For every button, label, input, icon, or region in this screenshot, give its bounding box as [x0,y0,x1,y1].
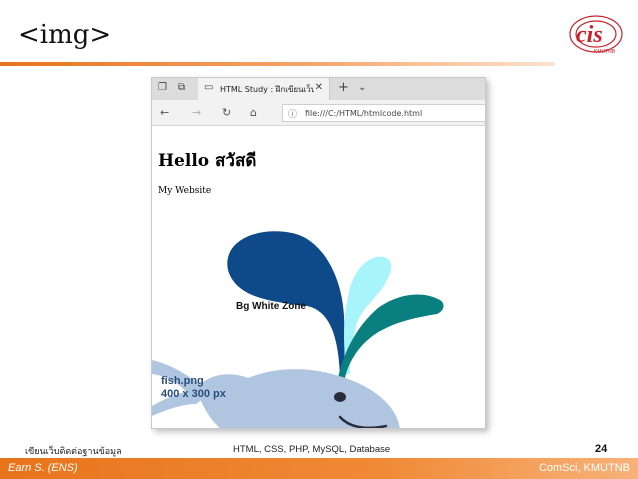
image-zone-label: Bg White Zone [236,301,306,312]
refresh-icon[interactable]: ↻ [222,106,231,119]
url-text: file:///C:/HTML/htmlcode.html [305,109,423,118]
logo-subtext: KMUTNB [594,49,616,55]
info-icon[interactable]: ⓘ [288,107,297,120]
page-paragraph: My Website [158,186,212,196]
url-input[interactable]: ⓘ file:///C:/HTML/htmlcode.html [282,104,485,122]
whale-body [196,369,400,428]
page-heading: Hello สวัสดี [158,151,257,171]
chevron-down-icon[interactable]: ⌄ [358,82,366,93]
footer-page-number: 24 [595,443,608,455]
image-size: 400 x 300 px [161,388,226,400]
page-icon: ▭ [204,82,214,93]
home-icon[interactable]: ⌂ [250,106,257,119]
forward-icon[interactable]: → [192,106,201,119]
cis-logo: cis KMUTNB [569,15,623,55]
set-aside-icon[interactable]: ⧉ [178,82,185,93]
new-tab-icon[interactable]: + [338,80,349,95]
page-content: Hello สวัสดี My Website Bg White Zone fi… [152,126,485,428]
footer-bar: Earn S. (ENS) ComSci, KMUTNB [0,458,638,479]
title-underline [0,62,555,66]
close-icon[interactable]: ✕ [315,82,323,93]
address-bar: ← → ↻ ⌂ ⓘ file:///C:/HTML/htmlcode.html [152,100,485,126]
tab-bar: ❐ ⧉ ▭ HTML Study : ฝึกเขียนเว็บ ✕ + ⌄ [152,78,485,100]
browser-window: ❐ ⧉ ▭ HTML Study : ฝึกเขียนเว็บ ✕ + ⌄ ← … [151,77,486,429]
slide-title: <img> [18,20,112,50]
tab-manager-icon[interactable]: ❐ [158,82,167,93]
logo-text: cis [576,22,603,48]
footer-topics: HTML, CSS, PHP, MySQL, Database [233,444,391,455]
back-icon[interactable]: ← [160,106,169,119]
tab-title: HTML Study : ฝึกเขียนเว็บ [220,85,314,94]
image-file-info: fish.png 400 x 300 px [161,375,226,401]
footer-org: ComSci, KMUTNB [538,462,630,474]
footer-author: Earn S. (ENS) [8,462,78,474]
tab-active[interactable]: ▭ HTML Study : ฝึกเขียนเว็บ ✕ [198,78,330,100]
image-filename: fish.png [161,375,204,387]
whale-eye [334,392,346,402]
footer-course: เขียนเว็บติดต่อฐานข้อมูล [25,447,122,457]
